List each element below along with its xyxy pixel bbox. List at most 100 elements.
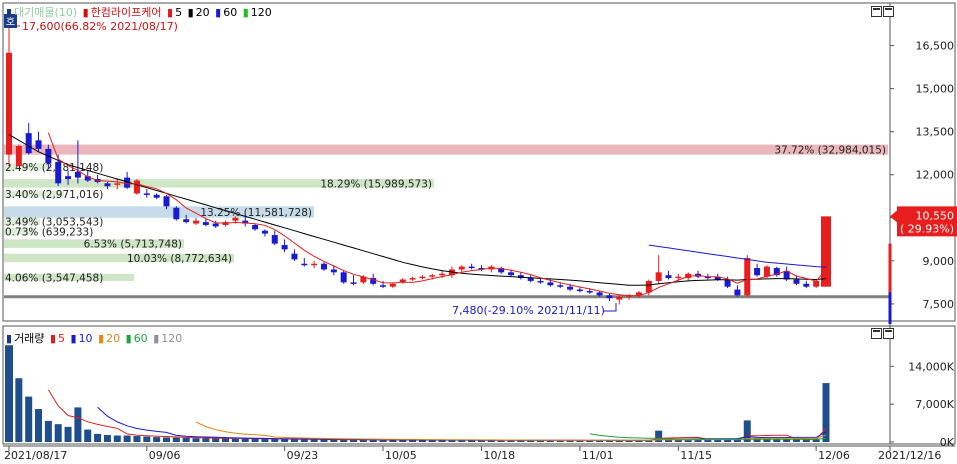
volume-tick-label: 0K: [940, 436, 955, 449]
volume-bar: [35, 409, 43, 442]
candle-body: [803, 283, 810, 287]
volume-bar: [153, 437, 161, 442]
candle-body: [143, 193, 150, 195]
volume-panel-minimize-button[interactable]: [871, 328, 882, 339]
volume-bar: [340, 439, 348, 442]
candle-body: [429, 275, 436, 277]
candle-body: [65, 176, 72, 180]
candle-body: [439, 273, 446, 276]
candle-body: [655, 272, 662, 281]
candle-body: [813, 280, 820, 287]
volume-bar: [182, 437, 190, 442]
candle-body: [340, 272, 347, 283]
legend-ma120: 120: [250, 6, 272, 19]
candle-body: [567, 286, 574, 290]
candle-body: [232, 217, 239, 221]
legend-marker-icon: ▮: [49, 332, 56, 345]
legend-marker-icon: ▮: [153, 332, 160, 345]
legend-marker-icon: ▮: [242, 6, 249, 19]
volume-tick-label: 7,000K: [915, 398, 954, 411]
candle-body: [330, 269, 337, 273]
legend-marker-icon: ▮: [98, 332, 105, 345]
volume-profile-label: 6.53% (5,713,748): [84, 239, 182, 251]
price-tick-label: 16,500: [916, 40, 955, 53]
high-price-note: 17,600(66.82% 2021/08/17): [22, 20, 178, 33]
volume-bar: [74, 407, 82, 442]
price-tick-label: 7,500: [923, 298, 955, 311]
candle-body: [6, 52, 12, 155]
candle-body: [261, 230, 268, 234]
volume-bar: [172, 437, 180, 442]
price-panel-maximize-button[interactable]: [883, 6, 894, 17]
legend-volume-name: 거래량: [14, 332, 45, 345]
candle-body: [527, 278, 534, 281]
candle-body: [576, 289, 583, 292]
legend-marker-icon: ▮: [187, 6, 194, 19]
volume-bar: [724, 439, 732, 442]
candle-body: [55, 161, 62, 184]
candle-body: [724, 279, 731, 287]
candle-body: [163, 196, 170, 207]
candle-body: [74, 171, 81, 178]
volume-legend: ▮ 거래량 ▮ 5 ▮ 10 ▮ 20 ▮ 60 ▮ 120: [6, 330, 184, 346]
candle-body: [133, 180, 140, 194]
volume-bar: [231, 438, 239, 442]
price-panel-minimize-button[interactable]: [871, 6, 882, 17]
x-tick-label: 2021/08/17: [4, 449, 67, 461]
volume-tick-label: 14,000K: [908, 360, 954, 373]
volume-profile-label: 4.06% (3,547,458): [5, 272, 103, 284]
candle-body: [212, 223, 219, 227]
price-tick-label: 15,000: [916, 83, 955, 96]
x-tick-label: 10/05: [385, 449, 417, 461]
legend-marker-icon: ▮: [70, 332, 77, 345]
volume-bar: [123, 435, 131, 442]
x-tick-label: 2021/12/16: [878, 449, 941, 461]
candle-body: [744, 257, 751, 296]
legend-vol-ma60: 60: [133, 332, 148, 345]
candle-body: [734, 289, 741, 296]
candle-body: [508, 272, 515, 276]
x-tick-label: 09/06: [149, 449, 181, 461]
legend-ma5: 5: [175, 6, 183, 19]
volume-profile-label: 13.25% (11,581,728): [200, 207, 312, 219]
volume-bar: [94, 433, 102, 442]
volume-bar: [320, 439, 328, 442]
candle-body: [754, 268, 761, 276]
candle-body: [114, 183, 121, 185]
volume-profile-label: 10.03% (8,772,634): [127, 253, 232, 265]
candle-body: [35, 140, 42, 149]
volume-profile-label: 18.29% (15,989,573): [320, 178, 432, 190]
candle-body: [675, 276, 682, 279]
volume-bar: [64, 426, 72, 442]
volume-profile-label: 0.73% (639,233): [5, 226, 93, 238]
low-price-note: 7,480(-29.10% 2021/11/11): [452, 304, 605, 317]
candle-body: [616, 296, 623, 300]
volume-bar: [222, 438, 230, 442]
candle-body: [173, 207, 180, 220]
legend-ma60: 60: [223, 6, 238, 19]
x-tick-label: 12/06: [818, 449, 850, 461]
volume-bar: [15, 378, 23, 442]
volume-bar: [192, 438, 200, 442]
candle-body: [380, 285, 387, 287]
volume-bar: [202, 438, 210, 442]
candle-body: [271, 235, 278, 244]
candle-body: [25, 133, 32, 154]
candle-body: [606, 295, 613, 299]
candle-body: [419, 276, 426, 279]
candle-body: [596, 292, 603, 296]
volume-bar: [103, 434, 111, 442]
price-tick-label: 12,000: [916, 169, 955, 182]
volume-panel-maximize-button[interactable]: [883, 328, 894, 339]
volume-bar: [133, 436, 141, 442]
candle-body: [193, 220, 200, 224]
candle-body: [311, 263, 318, 266]
volume-bar: [84, 429, 92, 442]
candle-body: [350, 282, 357, 284]
legend-marker-icon: ▮: [215, 6, 222, 19]
legend-marker-icon: ▮: [82, 6, 89, 19]
legend-ma20: 20: [195, 6, 210, 19]
legend-vol-ma120: 120: [161, 332, 183, 345]
candle-body: [409, 278, 416, 280]
price-panel-frame: [2, 2, 956, 322]
